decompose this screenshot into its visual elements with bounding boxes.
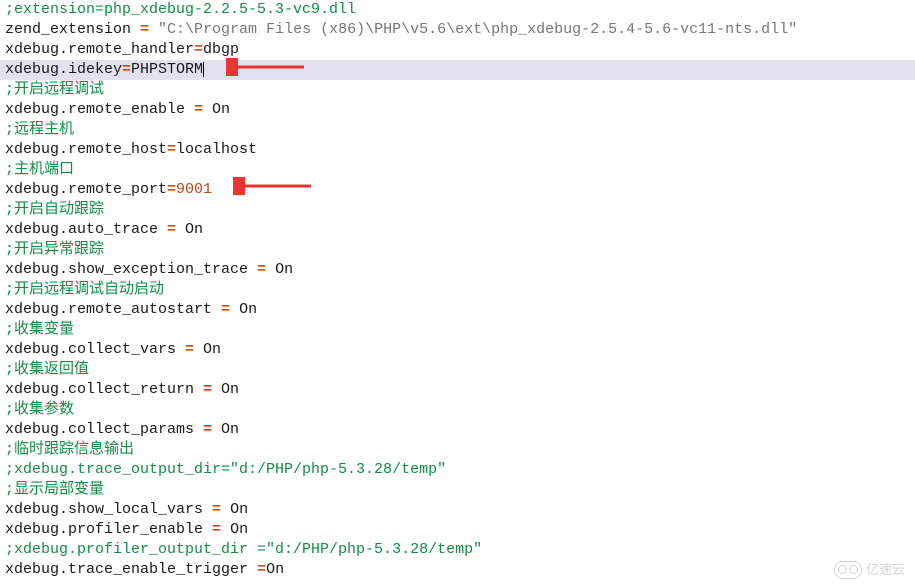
ini-key: xdebug.collect_vars (5, 341, 176, 358)
code-line: ;显示局部变量 (0, 480, 915, 500)
equals-sign: = (176, 341, 203, 358)
comment-text: ;开启自动跟踪 (5, 201, 104, 218)
ini-key: xdebug.remote_port (5, 181, 167, 198)
ini-key: zend_extension (5, 21, 131, 38)
ini-value: On (221, 421, 239, 438)
code-line: ;开启远程调试 (0, 80, 915, 100)
code-line: xdebug.show_local_vars = On (0, 500, 915, 520)
ini-key: xdebug.remote_enable (5, 101, 185, 118)
code-line: ;远程主机 (0, 120, 915, 140)
comment-text: ;收集变量 (5, 321, 74, 338)
equals-sign: = (131, 21, 158, 38)
watermark-text: 亿速云 (866, 560, 905, 580)
comment-text: ;显示局部变量 (5, 481, 104, 498)
code-line: zend_extension = "C:\Program Files (x86)… (0, 20, 915, 40)
code-line: xdebug.remote_port=9001 (0, 180, 915, 200)
equals-sign: = (122, 61, 131, 78)
ini-key: xdebug.show_local_vars (5, 501, 203, 518)
ini-value: 9001 (176, 181, 212, 198)
code-line: xdebug.remote_handler=dbgp (0, 40, 915, 60)
comment-text: ;收集参数 (5, 401, 74, 418)
equals-sign: = (167, 141, 176, 158)
equals-sign: = (203, 501, 230, 518)
code-line: ;开启异常跟踪 (0, 240, 915, 260)
code-line: xdebug.remote_autostart = On (0, 300, 915, 320)
watermark: 亿速云 (834, 560, 905, 580)
code-line: xdebug.auto_trace = On (0, 220, 915, 240)
text-cursor (203, 62, 204, 77)
ini-value: "C:\Program Files (x86)\PHP\v5.6\ext\php… (158, 21, 797, 38)
code-line: ;extension=php_xdebug-2.2.5-5.3-vc9.dll (0, 0, 915, 20)
equals-sign: = (194, 381, 221, 398)
comment-text: ;xdebug.profiler_output_dir ="d:/PHP/php… (5, 541, 482, 558)
comment-text: ;extension=php_xdebug-2.2.5-5.3-vc9.dll (5, 1, 356, 18)
comment-text: ;主机端口 (5, 161, 74, 178)
annotation-arrow (226, 58, 306, 76)
comment-text: ;开启异常跟踪 (5, 241, 104, 258)
code-line: ;主机端口 (0, 160, 915, 180)
ini-value: PHPSTORM (131, 61, 203, 78)
equals-sign: = (194, 41, 203, 58)
ini-key: xdebug.collect_params (5, 421, 194, 438)
code-line: ;收集返回值 (0, 360, 915, 380)
code-line: xdebug.collect_params = On (0, 420, 915, 440)
comment-text: ;收集返回值 (5, 361, 89, 378)
ini-value: On (230, 501, 248, 518)
equals-sign: = (203, 521, 230, 538)
ini-key: xdebug.collect_return (5, 381, 194, 398)
ini-value: dbgp (203, 41, 239, 58)
comment-text: ;开启远程调试自动启动 (5, 281, 164, 298)
code-line: ;收集变量 (0, 320, 915, 340)
ini-value: On (221, 381, 239, 398)
comment-text: ;临时跟踪信息输出 (5, 441, 134, 458)
code-line: ;临时跟踪信息输出 (0, 440, 915, 460)
code-line: xdebug.remote_host=localhost (0, 140, 915, 160)
ini-key: xdebug.remote_handler (5, 41, 194, 58)
cloud-icon (834, 561, 862, 579)
equals-sign: = (158, 221, 185, 238)
code-line: ;开启自动跟踪 (0, 200, 915, 220)
equals-sign: = (248, 261, 275, 278)
code-line: xdebug.profiler_enable = On (0, 520, 915, 540)
equals-sign: = (248, 561, 266, 578)
code-block: ;extension=php_xdebug-2.2.5-5.3-vc9.dllz… (0, 0, 915, 580)
ini-value: On (275, 261, 293, 278)
ini-value: localhost (176, 141, 257, 158)
equals-sign: = (167, 181, 176, 198)
code-line: ;收集参数 (0, 400, 915, 420)
comment-text: ;远程主机 (5, 121, 74, 138)
code-line: xdebug.show_exception_trace = On (0, 260, 915, 280)
ini-value: On (266, 561, 284, 578)
equals-sign: = (212, 301, 239, 318)
code-line: xdebug.remote_enable = On (0, 100, 915, 120)
equals-sign: = (185, 101, 212, 118)
ini-key: xdebug.trace_enable_trigger (5, 561, 248, 578)
code-line: xdebug.collect_vars = On (0, 340, 915, 360)
equals-sign: = (194, 421, 221, 438)
ini-value: On (212, 101, 230, 118)
ini-key: xdebug.auto_trace (5, 221, 158, 238)
code-line: ;开启远程调试自动启动 (0, 280, 915, 300)
ini-key: xdebug.profiler_enable (5, 521, 203, 538)
comment-text: ;xdebug.trace_output_dir="d:/PHP/php-5.3… (5, 461, 446, 478)
ini-key: xdebug.idekey (5, 61, 122, 78)
code-line: xdebug.collect_return = On (0, 380, 915, 400)
comment-text: ;开启远程调试 (5, 81, 104, 98)
ini-key: xdebug.show_exception_trace (5, 261, 248, 278)
ini-key: xdebug.remote_host (5, 141, 167, 158)
annotation-arrow (233, 177, 313, 195)
code-line: ;xdebug.trace_output_dir="d:/PHP/php-5.3… (0, 460, 915, 480)
ini-value: On (185, 221, 203, 238)
ini-value: On (203, 341, 221, 358)
code-line: ;xdebug.profiler_output_dir ="d:/PHP/php… (0, 540, 915, 560)
ini-value: On (239, 301, 257, 318)
code-line: xdebug.trace_enable_trigger =On (0, 560, 915, 580)
code-line: xdebug.idekey=PHPSTORM (0, 60, 915, 80)
ini-value: On (230, 521, 248, 538)
ini-key: xdebug.remote_autostart (5, 301, 212, 318)
